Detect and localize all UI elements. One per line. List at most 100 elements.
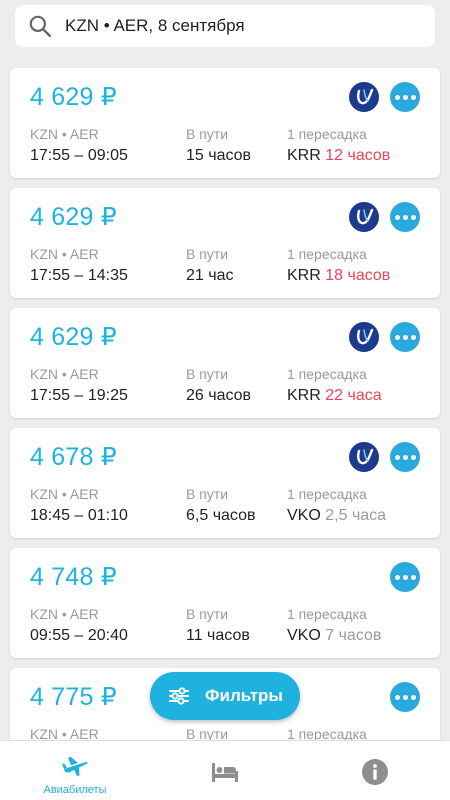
stops-column: 1 пересадка VKO 2,5 часа [287, 486, 386, 525]
airline-logos [349, 82, 420, 112]
route-label: KZN • AER [30, 126, 99, 142]
ticket-price: 4 678 ₽ [30, 443, 117, 471]
utair-logo-icon [349, 322, 379, 352]
route-column: KZN • AER [30, 726, 99, 740]
layover-wait: 7 часов [325, 627, 382, 644]
ticket-card[interactable]: 4 678 ₽ KZN • AER 18:45 – 01:10 В пути 6… [10, 428, 440, 538]
filters-button[interactable]: Фильтры [150, 672, 300, 720]
layover-airport: KRR [287, 267, 321, 284]
layover-info: KRR 12 часов [287, 147, 390, 165]
ticket-card[interactable]: 4 629 ₽ KZN • AER 17:55 – 09:05 В пути 1… [10, 68, 440, 178]
stops-label: 1 пересадка [287, 606, 367, 622]
airline-logos [349, 322, 420, 352]
route-column: KZN • AER 17:55 – 09:05 [30, 126, 128, 165]
duration-label: В пути [186, 126, 229, 142]
route-label: KZN • AER [30, 246, 99, 262]
route-column: KZN • AER 18:45 – 01:10 [30, 486, 128, 525]
tab-flights[interactable]: Авиабилеты [0, 741, 150, 800]
ticket-list[interactable]: 4 629 ₽ KZN • AER 17:55 – 09:05 В пути 1… [0, 58, 450, 740]
flight-duration: 6,5 часов [186, 507, 256, 524]
search-icon [29, 15, 51, 37]
flight-times: 17:55 – 09:05 [30, 147, 128, 164]
layover-airport: VKO [287, 627, 321, 644]
flight-duration: 11 часов [186, 627, 250, 644]
layover-airport: KRR [287, 147, 321, 164]
duration-column: В пути 26 часов [186, 366, 251, 405]
ticket-price: 4 775 ₽ [30, 683, 117, 711]
ticket-card[interactable]: 4 629 ₽ KZN • AER 17:55 – 14:35 В пути 2… [10, 188, 440, 298]
airplane-icon [62, 757, 88, 776]
airline-logos [390, 562, 420, 592]
airline-logos [349, 202, 420, 232]
duration-column: В пути 11 часов [186, 606, 250, 645]
more-airlines-icon [390, 682, 420, 712]
filters-button-label: Фильтры [205, 686, 283, 705]
ticket-price: 4 629 ₽ [30, 203, 117, 231]
duration-label: В пути [186, 486, 229, 502]
ticket-price: 4 629 ₽ [30, 83, 117, 111]
ticket-card[interactable]: 4 748 ₽ KZN • AER 09:55 – 20:40 В пути 1… [10, 548, 440, 658]
bottom-navigation: Авиабилеты [0, 740, 450, 800]
duration-column: В пути 15 часов [186, 126, 251, 165]
utair-logo-icon [349, 442, 379, 472]
route-column: KZN • AER 09:55 – 20:40 [30, 606, 128, 645]
duration-column: В пути [186, 726, 228, 740]
flight-times: 17:55 – 19:25 [30, 387, 128, 404]
search-field[interactable]: KZN • AER, 8 сентября [15, 5, 435, 47]
more-airlines-icon [390, 442, 420, 472]
more-airlines-icon [390, 562, 420, 592]
tab-hotels[interactable] [150, 741, 300, 800]
tab-info[interactable] [300, 741, 450, 800]
ticket-card[interactable]: 4 629 ₽ KZN • AER 17:55 – 19:25 В пути 2… [10, 308, 440, 418]
stops-label: 1 пересадка [287, 726, 367, 740]
duration-label: В пути [186, 366, 229, 382]
tab-flights-label: Авиабилеты [43, 784, 107, 796]
duration-label: В пути [186, 246, 229, 262]
airline-logos [349, 442, 420, 472]
layover-wait: 2,5 часа [325, 507, 387, 524]
utair-logo-icon [349, 82, 379, 112]
flight-duration: 21 час [186, 267, 234, 284]
flight-times: 17:55 – 14:35 [30, 267, 128, 284]
duration-label: В пути [186, 606, 229, 622]
layover-wait: 18 часов [325, 267, 391, 284]
route-label: KZN • AER [30, 486, 99, 502]
stops-column: 1 пересадка KRR 18 часов [287, 246, 390, 285]
stops-label: 1 пересадка [287, 126, 367, 142]
info-icon [362, 759, 388, 785]
airline-logos [390, 682, 420, 712]
layover-airport: VKO [287, 507, 321, 524]
more-airlines-icon [390, 322, 420, 352]
route-label: KZN • AER [30, 366, 99, 382]
stops-column: 1 пересадка VKO 7 часов [287, 606, 381, 645]
layover-airport: KRR [287, 387, 321, 404]
flight-duration: 15 часов [186, 147, 252, 164]
ticket-price: 4 629 ₽ [30, 323, 117, 351]
search-query: KZN • AER, 8 сентября [65, 16, 245, 35]
stops-column: 1 пересадка KRR 12 часов [287, 126, 390, 165]
stops-column: 1 пересадка KRR 22 часа [287, 366, 382, 405]
top-bar: KZN • AER, 8 сентября [0, 0, 450, 58]
route-label: KZN • AER [30, 726, 99, 740]
more-airlines-icon [390, 82, 420, 112]
layover-info: KRR 18 часов [287, 267, 390, 285]
layover-wait: 22 часа [325, 387, 382, 404]
duration-label: В пути [186, 726, 229, 740]
route-column: KZN • AER 17:55 – 14:35 [30, 246, 128, 285]
duration-column: В пути 6,5 часов [186, 486, 256, 525]
flight-times: 18:45 – 01:10 [30, 507, 128, 524]
hotel-bed-icon [212, 763, 238, 782]
stops-column: 1 пересадка [287, 726, 367, 740]
more-airlines-icon [390, 202, 420, 232]
stops-label: 1 пересадка [287, 246, 367, 262]
flight-times: 09:55 – 20:40 [30, 627, 128, 644]
route-column: KZN • AER 17:55 – 19:25 [30, 366, 128, 405]
layover-info: VKO 2,5 часа [287, 507, 386, 525]
layover-info: VKO 7 часов [287, 627, 381, 645]
route-label: KZN • AER [30, 606, 99, 622]
ticket-price: 4 748 ₽ [30, 563, 117, 591]
flight-duration: 26 часов [186, 387, 252, 404]
stops-label: 1 пересадка [287, 366, 367, 382]
layover-info: KRR 22 часа [287, 387, 382, 405]
layover-wait: 12 часов [325, 147, 391, 164]
